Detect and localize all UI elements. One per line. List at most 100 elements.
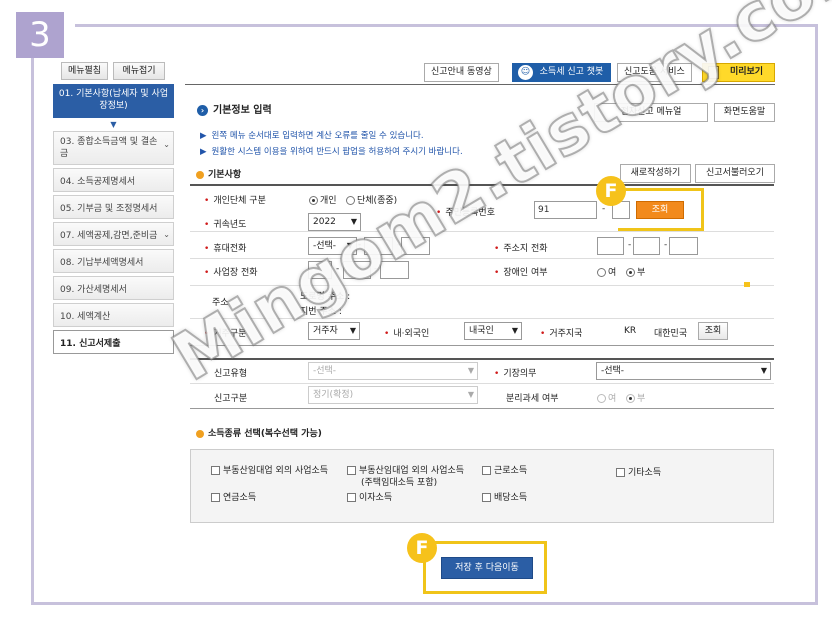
income-check-dividend[interactable]: 배당소득 xyxy=(482,490,527,503)
separate-tax-radio-no[interactable]: 부 xyxy=(626,391,645,404)
bullet-icon xyxy=(196,429,204,438)
radio-label: 여 xyxy=(608,268,617,278)
income-check-business[interactable]: 부동산임대업 외의 사업소득 xyxy=(211,463,328,476)
chatbot-button[interactable]: ☺ 소득세 신고 챗봇 xyxy=(512,63,611,82)
nav-item-donation[interactable]: 05. 기부금 및 조정명세서 xyxy=(53,195,174,219)
radio-label: 여 xyxy=(608,394,617,404)
e-filing-manual-button[interactable]: 전자신고 메뉴얼 xyxy=(594,103,708,122)
nationality-label-text: 내·외국인 xyxy=(393,329,430,339)
mobile-label-text: 휴대전화 xyxy=(213,244,247,254)
biz-phone-mid-input[interactable] xyxy=(343,261,371,279)
dash: - xyxy=(358,240,362,250)
nationality-label: • 내·외국인 xyxy=(384,329,430,339)
frame-top-border xyxy=(75,24,818,27)
nav-down-arrow-icon: ▼ xyxy=(110,120,117,129)
load-report-button[interactable]: 신고서불러오기 xyxy=(695,164,775,183)
bookkeeping-select[interactable]: -선택- ▼ xyxy=(596,362,771,380)
separate-tax-radio-yes[interactable]: 여 xyxy=(597,391,616,404)
radio-label: 부 xyxy=(637,268,646,278)
chevron-down-icon: ⌄ xyxy=(163,140,170,149)
document-icon xyxy=(708,66,719,79)
note-2: ▶ 원활한 시스템 이용을 위하여 반드시 팝업을 허용하여 주시기 바랍니다. xyxy=(200,145,463,157)
disabled-radio-no[interactable]: 부 xyxy=(626,265,645,278)
address-label: 주소 xyxy=(212,298,229,308)
menu-expand-button[interactable]: 메뉴펼침 xyxy=(61,62,108,80)
home-phone-label-text: 주소지 전화 xyxy=(503,244,548,254)
biz-phone-label: • 사업장 전화 xyxy=(204,268,258,278)
nav-item-prepaid-tax[interactable]: 08. 기납부세액명세서 xyxy=(53,249,174,273)
mobile-prefix-value: -선택- xyxy=(313,241,337,251)
income-section-title: 소득종류 선택(복수선택 가능) xyxy=(196,426,322,439)
mobile-mid-input[interactable] xyxy=(364,237,393,255)
resident-no-front-input[interactable]: 91 xyxy=(534,201,597,219)
basic-section-text: 기본사항 xyxy=(208,170,242,180)
bookkeeping-value: -선택- xyxy=(601,366,625,376)
help-service-button[interactable]: 신고도움 서비스 xyxy=(617,63,692,82)
report-kind-label: 신고구분 xyxy=(214,394,248,404)
nav-item-tax-credit[interactable]: 07. 세액공제,감면,준비금 ⌄ xyxy=(53,222,174,246)
radio-icon xyxy=(626,268,635,277)
chevron-down-icon: ▼ xyxy=(760,366,767,375)
nav-item-additional-tax[interactable]: 09. 가산세명세서 xyxy=(53,276,174,300)
residence-label-text: 거주구분 xyxy=(213,329,247,339)
income-check-wage[interactable]: 근로소득 xyxy=(482,463,527,476)
preview-button[interactable]: 미리보기 xyxy=(702,63,775,82)
residence-label: • 거주구분 xyxy=(204,329,247,339)
screen-help-button[interactable]: 화면도움말 xyxy=(714,103,775,122)
income-check-other[interactable]: 기타소득 xyxy=(616,465,661,478)
guide-video-button[interactable]: 신고안내 동영상 xyxy=(424,63,499,82)
resident-no-label-text: 주민등록번호 xyxy=(445,208,495,218)
country-label-text: 거주지국 xyxy=(549,329,583,339)
dash: - xyxy=(628,240,632,250)
page-title: › 기본정보 입력 xyxy=(197,101,272,116)
mobile-last-input[interactable] xyxy=(401,237,430,255)
new-write-button[interactable]: 새로작성하기 xyxy=(620,164,691,183)
bookkeeping-label-text: 기장의무 xyxy=(503,369,537,379)
nationality-select[interactable]: 내국인 ▼ xyxy=(464,322,522,340)
year-select[interactable]: 2022 ▼ xyxy=(308,213,361,231)
disabled-radio-yes[interactable]: 여 xyxy=(597,265,616,278)
f-step-badge: F xyxy=(596,176,626,206)
nav-item-tax-calc[interactable]: 10. 세액계산 xyxy=(53,303,174,327)
menu-collapse-button[interactable]: 메뉴접기 xyxy=(113,62,165,80)
biz-phone-area-input[interactable] xyxy=(308,261,332,279)
nav-item-deduction[interactable]: 04. 소득공제명세서 xyxy=(53,168,174,192)
income-check-interest[interactable]: 이자소득 xyxy=(347,490,392,503)
checkbox-label: 이자소득 xyxy=(359,493,393,503)
nav-item-label: 10. 세액계산 xyxy=(60,312,111,322)
biz-phone-last-input[interactable] xyxy=(380,261,409,279)
f-step-badge: F xyxy=(407,533,437,563)
radio-icon xyxy=(626,394,635,403)
year-label-text: 귀속년도 xyxy=(213,220,247,230)
radio-icon xyxy=(597,268,606,277)
dash: - xyxy=(336,264,340,274)
type-radio-individual[interactable]: 개인 xyxy=(309,193,337,206)
checkbox-label: 연금소득 xyxy=(223,493,257,503)
report-kind-select[interactable]: 정기(확정) ▼ xyxy=(308,386,478,404)
country-code: KR xyxy=(624,326,637,336)
radio-icon xyxy=(346,196,355,205)
mobile-label: • 휴대전화 xyxy=(204,244,247,254)
checkbox-label: 부동산임대업 외의 사업소득 xyxy=(223,466,329,476)
nav-item-label: 03. 종합소득금액 및 결손금 xyxy=(60,137,158,159)
road-address-label: 도로명 주소 : xyxy=(300,292,351,302)
home-phone-mid-input[interactable] xyxy=(633,237,660,255)
nav-item-submit[interactable]: 11. 신고서제출 xyxy=(53,330,174,354)
income-type-box xyxy=(190,449,774,523)
save-next-button[interactable]: 저장 후 다음이동 xyxy=(441,557,533,579)
mobile-prefix-select[interactable]: -선택- ▼ xyxy=(308,237,357,255)
home-phone-area-input[interactable] xyxy=(597,237,624,255)
year-value: 2022 xyxy=(313,217,336,227)
income-check-pension[interactable]: 연금소득 xyxy=(211,490,256,503)
residence-select[interactable]: 거주자 ▼ xyxy=(308,322,360,340)
country-lookup-button[interactable]: 조회 xyxy=(698,322,728,340)
chevron-down-icon: ▼ xyxy=(346,241,353,250)
radio-label: 부 xyxy=(637,394,646,404)
type-radio-group[interactable]: 단체(종중) xyxy=(346,193,397,206)
dash: - xyxy=(602,204,606,214)
home-phone-last-input[interactable] xyxy=(669,237,698,255)
country-label: • 거주지국 xyxy=(540,329,583,339)
nav-item-basic-info[interactable]: 01. 기본사항(납세자 및 사업장정보) xyxy=(53,84,174,118)
nav-item-income-amount[interactable]: 03. 종합소득금액 및 결손금 ⌄ xyxy=(53,131,174,165)
report-type-select[interactable]: -선택- ▼ xyxy=(308,362,478,380)
